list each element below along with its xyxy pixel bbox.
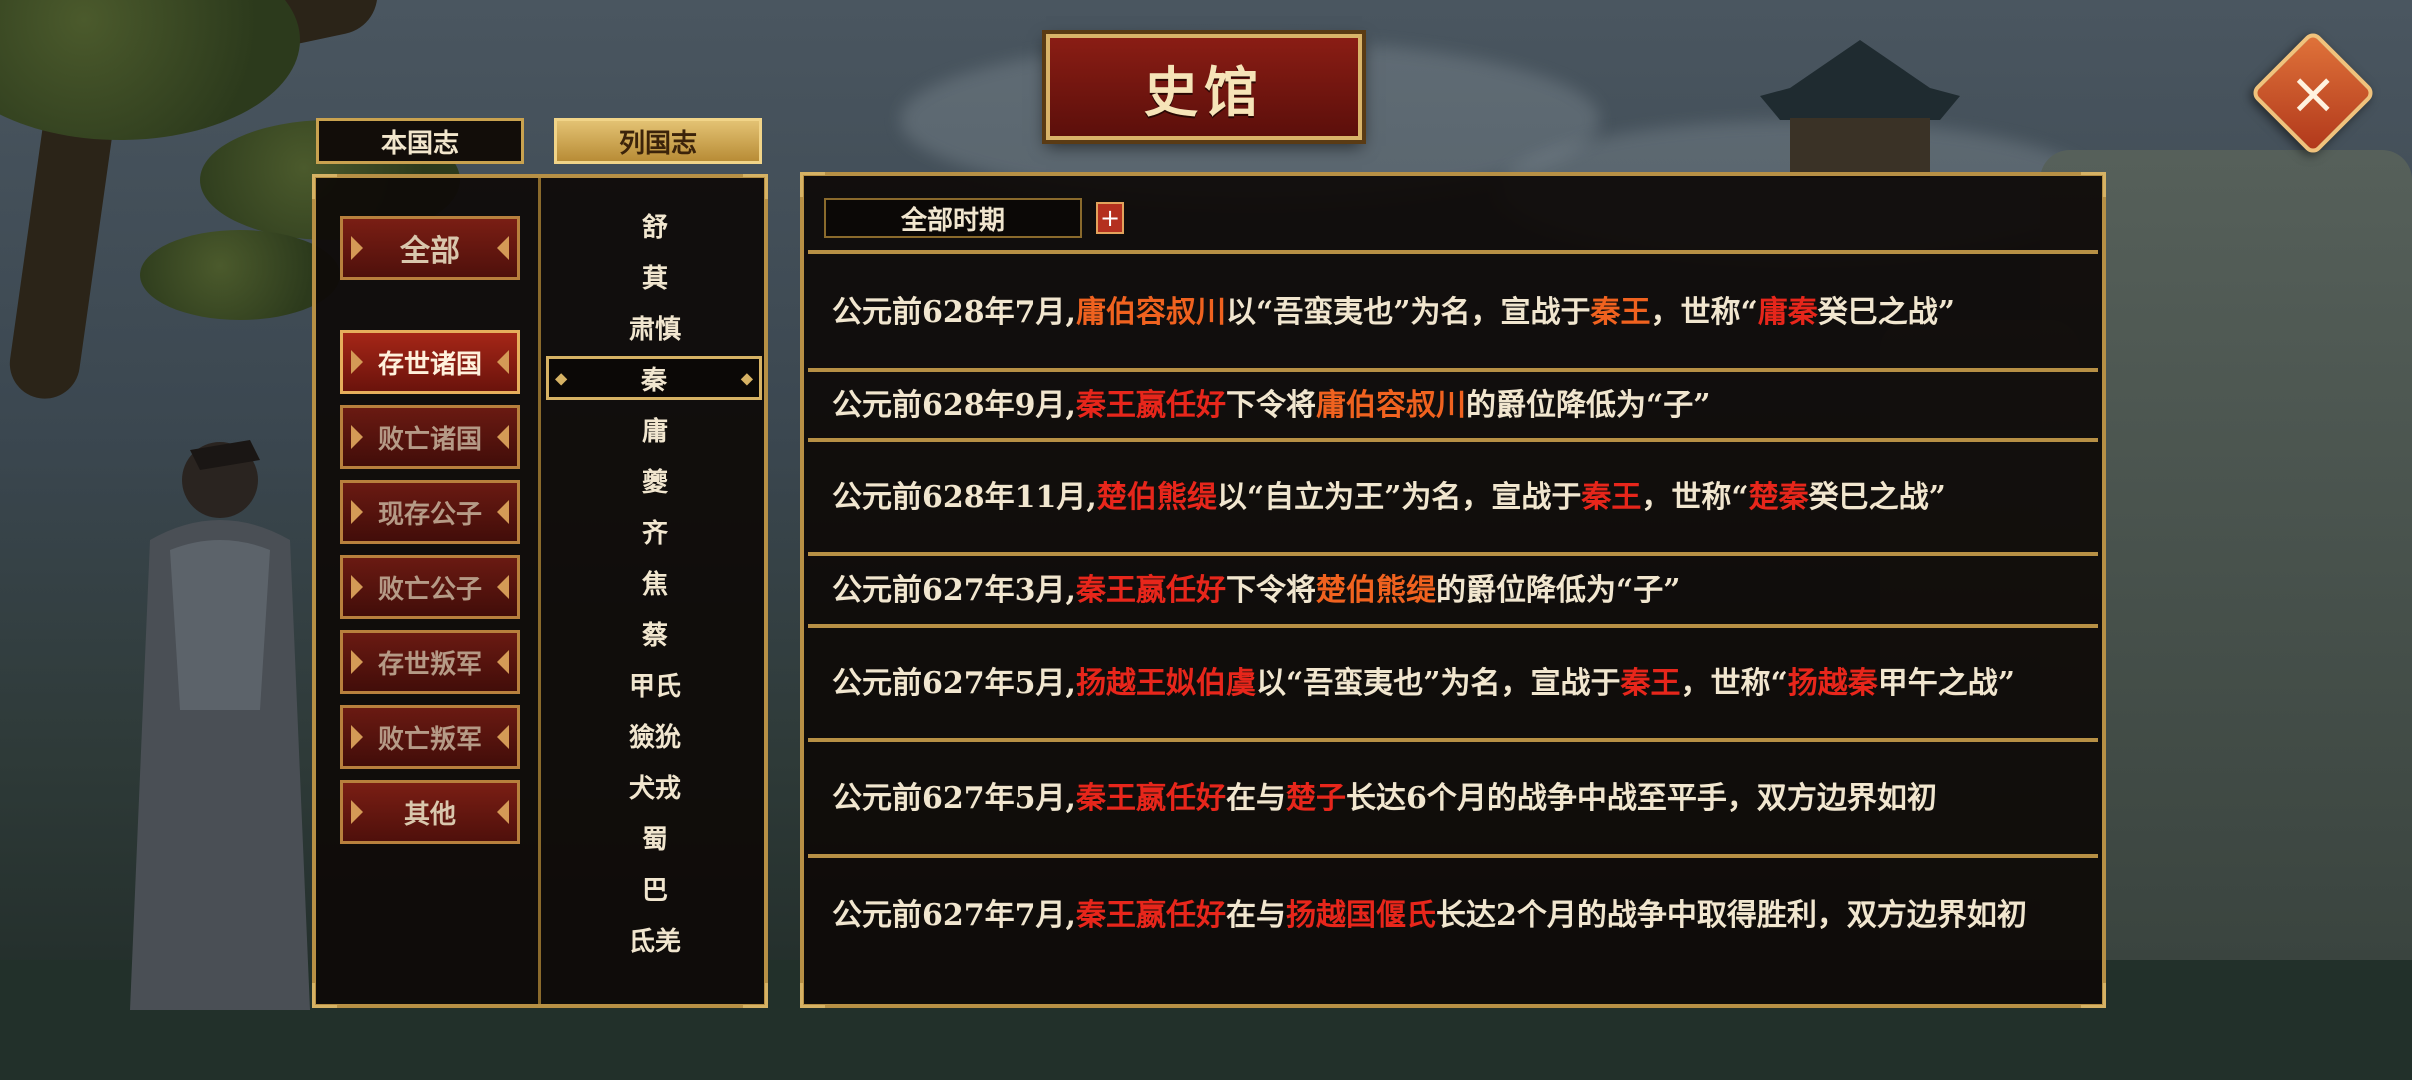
- entry-text: 公元前627年5月,扬越王姒伯虞以“吾蛮夷也”为名，宣战于秦王，世称“扬越秦甲午…: [832, 661, 2015, 707]
- entry-name-highlight: 扬越国偃氏: [1285, 898, 1436, 933]
- entry-name-highlight: 秦王嬴任好: [1075, 898, 1226, 933]
- entry-name-highlight: 秦王: [1590, 295, 1651, 330]
- category-living-princes[interactable]: 现存公子: [340, 480, 520, 544]
- nation-item[interactable]: 焦: [542, 559, 768, 605]
- category-panel: 全部 存世诸国 败亡诸国 现存公子 败亡公子 存世叛军 败亡叛军 其他 舒 萁 …: [312, 174, 768, 1008]
- category-other[interactable]: 其他: [340, 780, 520, 844]
- category-fallen-rebels[interactable]: 败亡叛军: [340, 705, 520, 769]
- nation-item[interactable]: 蔡: [542, 610, 768, 656]
- nation-item[interactable]: 肃慎: [542, 304, 768, 350]
- temple-roof: [1760, 40, 1960, 120]
- history-entry: 公元前627年5月,扬越王姒伯虞以“吾蛮夷也”为名，宣战于秦王，世称“扬越秦甲午…: [808, 630, 2098, 742]
- entry-name-highlight: 楚伯熊缇: [1315, 573, 1436, 608]
- history-entry: 公元前627年3月,秦王嬴任好下令将楚伯熊缇的爵位降低为“子”: [808, 558, 2098, 628]
- close-icon: ×: [2288, 58, 2338, 127]
- panel-divider: [538, 178, 541, 1004]
- entry-text-segment: 以“自立为王”为名，宣战于: [1216, 480, 1582, 515]
- nation-item[interactable]: 齐: [542, 508, 768, 554]
- entry-name-highlight: 秦: [1778, 480, 1809, 515]
- entry-text-segment: 公元前628年11月,: [832, 480, 1097, 515]
- entry-text: 公元前628年11月,楚伯熊缇以“自立为王”为名，宣战于秦王，世称“楚秦癸巳之战…: [832, 475, 1946, 521]
- entry-text-segment: 的爵位降低为“子”: [1465, 388, 1711, 423]
- category-fallen-princes[interactable]: 败亡公子: [340, 555, 520, 619]
- entry-text-segment: 公元前627年5月,: [832, 781, 1076, 816]
- entry-text: 公元前627年3月,秦王嬴任好下令将楚伯熊缇的爵位降低为“子”: [832, 568, 1680, 614]
- entry-text-segment: 癸巳之战”: [1817, 295, 1955, 330]
- entry-name-highlight: 扬越王姒伯虞: [1075, 666, 1256, 701]
- scholar-figure: [110, 410, 330, 1010]
- entry-text-segment: ，世称“: [1680, 666, 1788, 701]
- list-divider: [808, 250, 2098, 254]
- entry-text-segment: ，世称“: [1650, 295, 1758, 330]
- page-title-plaque: 史馆: [1046, 34, 1362, 140]
- entry-text: 公元前627年5月,秦王嬴任好在与楚子长达6个月的战争中战至平手，双方边界如初: [832, 776, 1937, 822]
- history-entry: 公元前628年11月,楚伯熊缇以“自立为王”为名，宣战于秦王，世称“楚秦癸巳之战…: [808, 444, 2098, 556]
- nation-item[interactable]: 氐羌: [542, 916, 768, 962]
- entry-text-segment: 边界如初: [1816, 781, 1937, 816]
- nation-item[interactable]: 犬戎: [542, 763, 768, 809]
- entry-name-highlight: 庸伯容叔川: [1315, 388, 1466, 423]
- history-entry: 公元前627年5月,秦王嬴任好在与楚子长达6个月的战争中战至平手，双方边界如初: [808, 744, 2098, 858]
- entry-name-highlight: 庸: [1757, 295, 1788, 330]
- entry-text-segment: 在与: [1225, 898, 1286, 933]
- entry-name-highlight: 扬越: [1787, 666, 1848, 701]
- entry-name-highlight: 楚子: [1285, 781, 1346, 816]
- entry-text-segment: 长达2个月的战争中取得胜利: [1435, 898, 1817, 933]
- entry-text-segment: 公元前627年3月,: [832, 573, 1076, 608]
- nation-item[interactable]: 萁: [542, 253, 768, 299]
- plus-icon: +: [1099, 204, 1121, 232]
- nation-item[interactable]: 舒: [542, 202, 768, 248]
- history-entry: 公元前628年9月,秦王嬴任好下令将庸伯容叔川的爵位降低为“子”: [808, 374, 2098, 442]
- nation-item-selected[interactable]: 秦: [546, 356, 762, 400]
- entry-name-highlight: 庸伯容叔川: [1075, 295, 1226, 330]
- tab-all-states-annals[interactable]: 列国志: [554, 118, 762, 164]
- entry-name-highlight: 秦: [1847, 666, 1878, 701]
- entry-text-segment: 以“吾蛮夷也”为名，宣战于: [1255, 666, 1621, 701]
- entry-text-segment: 公元前627年5月,: [832, 666, 1076, 701]
- category-surviving-states[interactable]: 存世诸国: [340, 330, 520, 394]
- entry-text-segment: 甲午之战”: [1877, 666, 2015, 701]
- entry-text: 公元前627年7月,秦王嬴任好在与扬越国偃氏长达2个月的战争中取得胜利，双方边界…: [832, 893, 2027, 939]
- entry-text-segment: 癸巳之战”: [1808, 480, 1946, 515]
- entry-name-highlight: 秦王嬴任好: [1075, 573, 1226, 608]
- entry-text: 公元前628年7月,庸伯容叔川以“吾蛮夷也”为名，宣战于秦王，世称“庸秦癸巳之战…: [832, 290, 1955, 336]
- history-entry: 公元前627年7月,秦王嬴任好在与扬越国偃氏长达2个月的战争中取得胜利，双方边界…: [808, 860, 2098, 972]
- nation-item[interactable]: 巴: [542, 865, 768, 911]
- entry-text-segment: ，世称“: [1641, 480, 1749, 515]
- entry-name-highlight: 楚: [1748, 480, 1779, 515]
- entry-name-highlight: 秦王: [1581, 480, 1642, 515]
- nation-item[interactable]: 獫狁: [542, 712, 768, 758]
- nation-item[interactable]: 蜀: [542, 814, 768, 860]
- entry-text-segment: 在与: [1225, 781, 1286, 816]
- page-title: 史馆: [1144, 59, 1264, 124]
- entry-text-segment: 以“吾蛮夷也”为名，宣战于: [1225, 295, 1591, 330]
- category-surviving-rebels[interactable]: 存世叛军: [340, 630, 520, 694]
- nation-item[interactable]: 庸: [542, 406, 768, 452]
- entry-text: 公元前628年9月,秦王嬴任好下令将庸伯容叔川的爵位降低为“子”: [832, 383, 1710, 429]
- history-record-panel: 全部时期 + 公元前628年7月,庸伯容叔川以“吾蛮夷也”为名，宣战于秦王，世称…: [800, 172, 2106, 1008]
- nation-item[interactable]: 夔: [542, 457, 768, 503]
- entry-text-segment: 的爵位降低为“子”: [1435, 573, 1681, 608]
- entry-name-highlight: 秦王: [1620, 666, 1681, 701]
- expand-filter-button[interactable]: +: [1096, 202, 1124, 234]
- entry-name-highlight: 楚伯熊缇: [1096, 480, 1217, 515]
- tab-home-state-annals[interactable]: 本国志: [316, 118, 524, 164]
- entry-name-highlight: 秦: [1787, 295, 1818, 330]
- history-entry: 公元前628年7月,庸伯容叔川以“吾蛮夷也”为名，宣战于秦王，世称“庸秦癸巳之战…: [808, 258, 2098, 372]
- category-fallen-states[interactable]: 败亡诸国: [340, 405, 520, 469]
- entry-text-segment: 公元前628年9月,: [832, 388, 1076, 423]
- nation-item[interactable]: 甲氏: [542, 661, 768, 707]
- entry-name-highlight: 秦王嬴任好: [1075, 781, 1226, 816]
- entry-text-segment: ，双方边界如初: [1816, 898, 2027, 933]
- entry-name-highlight: 秦王嬴任好: [1075, 388, 1226, 423]
- entry-text-segment: 下令将: [1225, 388, 1316, 423]
- entry-text-segment: 公元前627年7月,: [832, 898, 1076, 933]
- entry-text-segment: 公元前628年7月,: [832, 295, 1076, 330]
- category-all[interactable]: 全部: [340, 216, 520, 280]
- entry-text-segment: 长达6个月的战争中战至平手，双方: [1345, 781, 1817, 816]
- period-filter-select[interactable]: 全部时期: [824, 198, 1082, 238]
- entry-text-segment: 下令将: [1225, 573, 1316, 608]
